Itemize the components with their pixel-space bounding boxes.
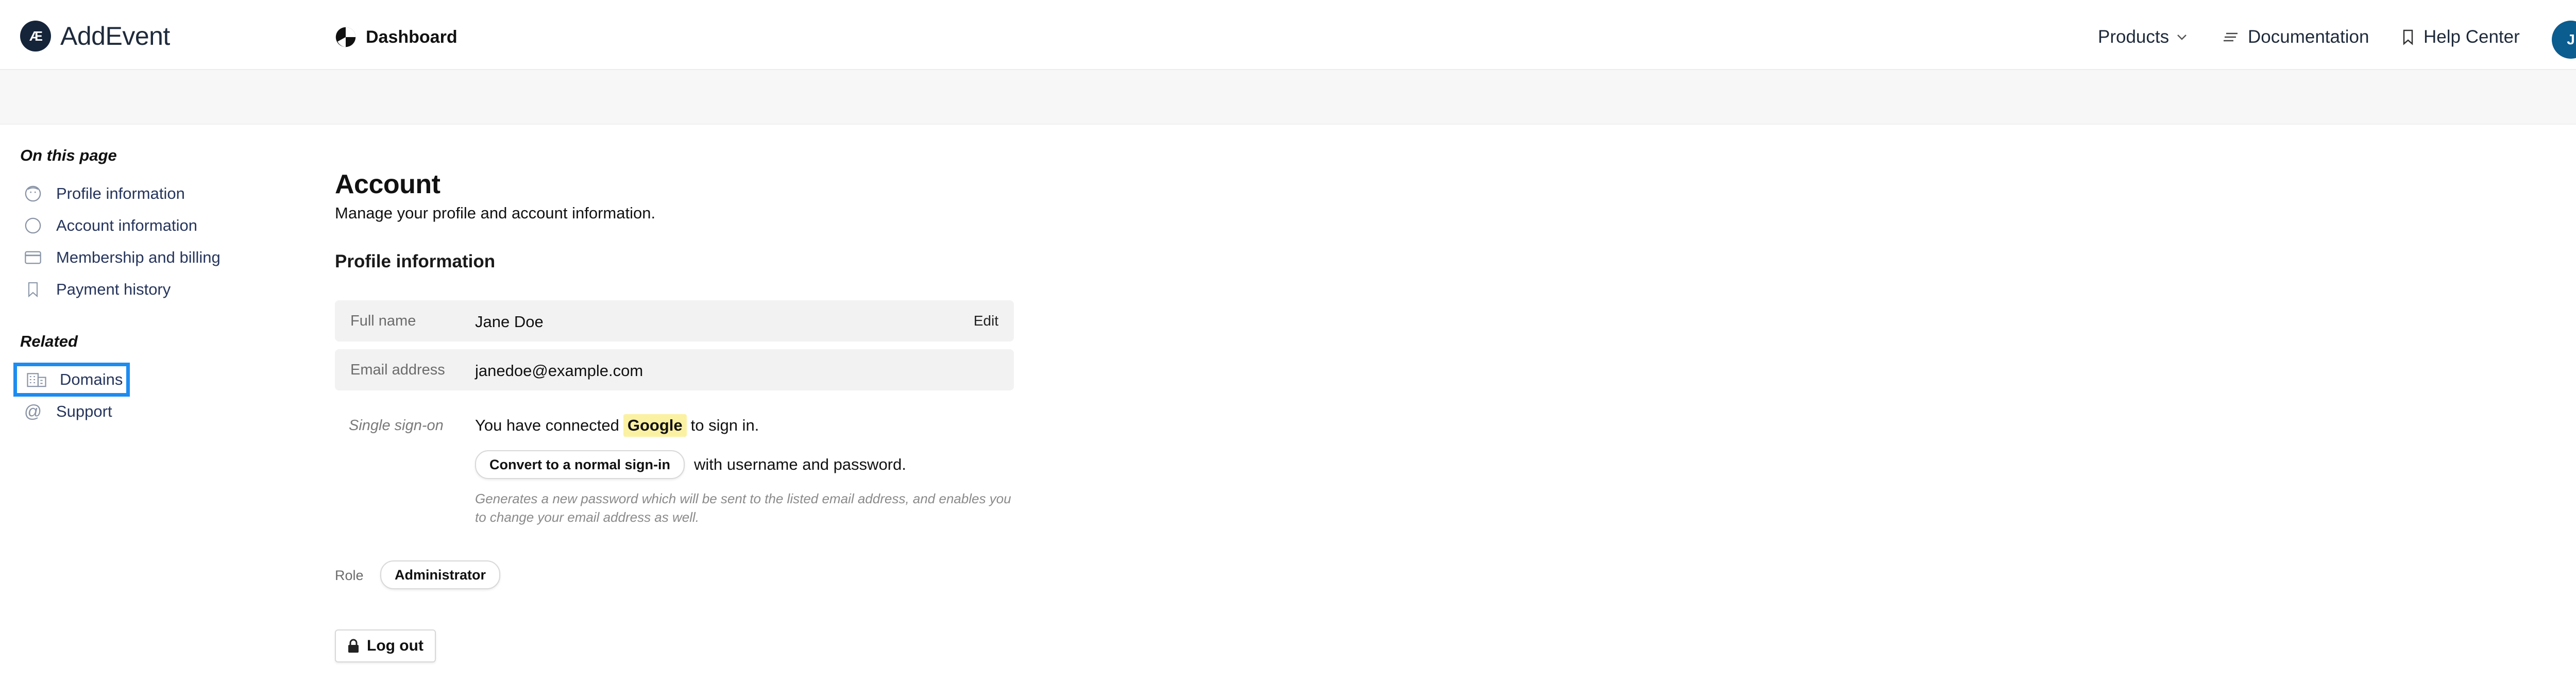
bookmark-icon (20, 281, 46, 298)
sso-text-after: to sign in. (690, 416, 759, 434)
building-icon (24, 372, 49, 387)
circle-icon (20, 217, 46, 234)
profile-information-heading: Profile information (335, 251, 496, 271)
sidebar-item-profile-information[interactable]: Profile information (20, 181, 185, 207)
dashboard-link[interactable]: Dashboard (335, 25, 457, 49)
brand-link[interactable]: Æ AddEvent (20, 21, 170, 52)
sidebar-item-label: Domains (60, 370, 123, 388)
page-subtitle: Manage your profile and account informat… (335, 204, 656, 222)
brand-name: AddEvent (60, 22, 170, 50)
convert-to-normal-sign-in-button[interactable]: Convert to a normal sign-in (475, 450, 685, 479)
email-address-label: Email address (350, 362, 445, 378)
sidebar-item-account-information[interactable]: Account information (20, 213, 197, 238)
role-badge: Administrator (380, 560, 501, 589)
sidebar-item-label: Support (56, 402, 112, 420)
products-menu[interactable]: Products (2098, 22, 2197, 53)
single-sign-on-label: Single sign-on (349, 417, 444, 434)
help-center-link[interactable]: Help Center (2402, 22, 2520, 53)
edit-full-name-button[interactable]: Edit (974, 313, 998, 329)
documentation-label: Documentation (2248, 27, 2369, 47)
full-name-value: Jane Doe (475, 313, 544, 331)
full-name-row: Full name Jane Doe Edit (335, 300, 1014, 342)
page: Æ AddEvent Dashboard Products Documentat… (0, 0, 2576, 682)
dashboard-label: Dashboard (366, 27, 457, 47)
sidebar-item-membership-and-billing[interactable]: Membership and billing (20, 245, 221, 270)
log-out-button[interactable]: Log out (335, 629, 436, 662)
sidebar-item-label: Membership and billing (56, 248, 221, 266)
at-icon: @ (24, 401, 42, 421)
sidebar-item-label: Account information (56, 216, 197, 234)
convert-hint: Generates a new password which will be s… (475, 491, 1011, 525)
page-title: Account (335, 169, 440, 199)
user-avatar[interactable]: J (2552, 21, 2576, 59)
full-name-label: Full name (350, 313, 416, 329)
sidebar-item-support[interactable]: @ Support (20, 399, 112, 424)
dashboard-icon (335, 27, 356, 47)
sso-convert-row: Convert to a normal sign-in with usernam… (475, 450, 906, 479)
credit-card-icon (20, 250, 46, 265)
sidebar-item-payment-history[interactable]: Payment history (20, 277, 171, 302)
convert-description: with username and password. (694, 455, 906, 473)
on-this-page-title: On this page (20, 146, 117, 164)
header-strip (0, 70, 2576, 125)
top-bar: Æ AddEvent Dashboard Products Documentat… (0, 0, 2576, 70)
sidebar-item-label: Profile information (56, 184, 185, 202)
documentation-icon (2224, 32, 2238, 42)
help-center-label: Help Center (2424, 27, 2520, 47)
role-label: Role (335, 568, 364, 583)
avatar-initial: J (2567, 31, 2575, 47)
email-address-row: Email address janedoe@example.com (335, 349, 1014, 390)
sso-provider-badge: Google (623, 414, 687, 437)
sso-text-before: You have connected (475, 416, 619, 434)
addevent-logo-icon: Æ (20, 21, 51, 52)
email-address-value: janedoe@example.com (475, 362, 643, 380)
products-label: Products (2098, 27, 2170, 47)
sidebar-item-domains[interactable]: Domains (13, 363, 130, 397)
smiley-icon (20, 185, 46, 202)
sidebar-item-label: Payment history (56, 280, 171, 298)
related-title: Related (20, 332, 78, 350)
chevron-down-icon (2177, 35, 2187, 40)
documentation-link[interactable]: Documentation (2223, 22, 2369, 53)
bookmark-icon (2403, 29, 2413, 45)
lock-icon (348, 639, 359, 653)
sso-status: You have connected Google to sign in. (475, 414, 759, 437)
log-out-label: Log out (367, 637, 423, 654)
